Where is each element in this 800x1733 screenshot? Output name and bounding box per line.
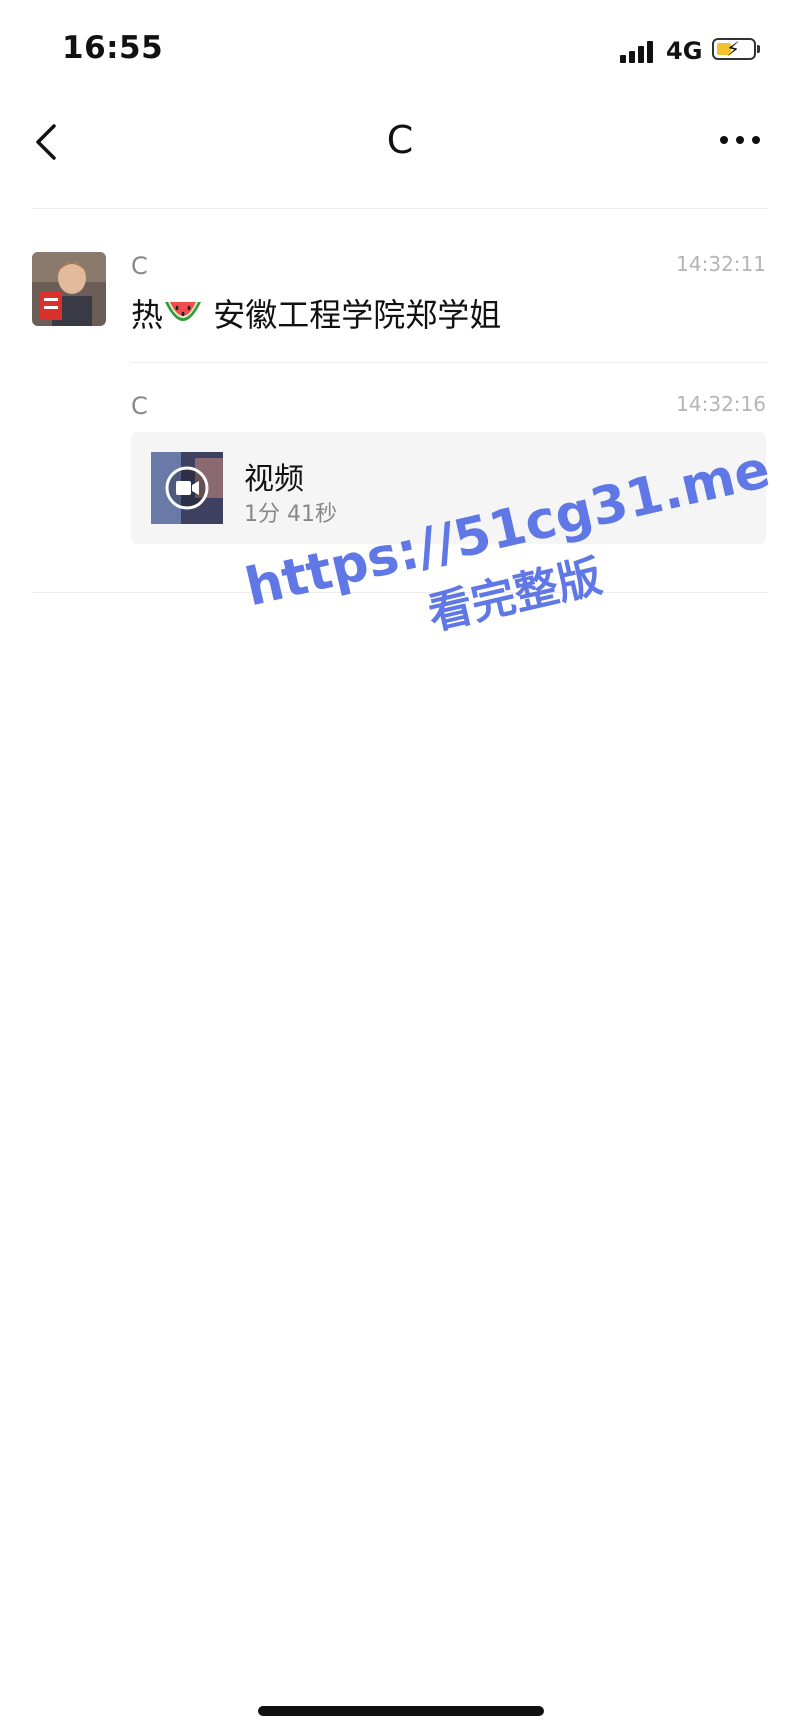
video-title: 视频: [244, 462, 304, 497]
signal-icon: [620, 39, 658, 63]
video-thumbnail[interactable]: [151, 452, 223, 524]
top-divider: [32, 208, 768, 209]
message-text[interactable]: 热 安徽工程学院郑学姐: [131, 290, 501, 338]
message-text-before: 热: [131, 296, 164, 334]
battery-charging-icon: ⚡: [712, 37, 756, 61]
video-camera-icon: [176, 481, 199, 495]
status-bar: 16:55 4G ⚡: [0, 0, 800, 100]
message-text-after: 安徽工程学院郑学姐: [203, 296, 502, 334]
watermelon-icon: [163, 296, 203, 338]
sender-name: C: [131, 392, 148, 420]
message-divider: [131, 362, 768, 363]
chat-title: C: [386, 118, 414, 162]
message-time: 14:32:11: [676, 252, 766, 276]
battery-cap: [757, 45, 760, 53]
message-1[interactable]: C 14:32:11 热 安徽工程学院郑学姐: [0, 252, 800, 362]
message-time: 14:32:16: [676, 392, 766, 416]
video-duration: 1分 41秒: [244, 502, 337, 527]
network-label: 4G: [666, 37, 703, 65]
avatar[interactable]: [32, 252, 106, 326]
home-indicator[interactable]: [258, 1706, 544, 1716]
nav-bar: C: [0, 100, 800, 190]
sender-name: C: [131, 252, 148, 280]
more-button[interactable]: [720, 130, 764, 150]
status-time: 16:55: [62, 30, 164, 66]
